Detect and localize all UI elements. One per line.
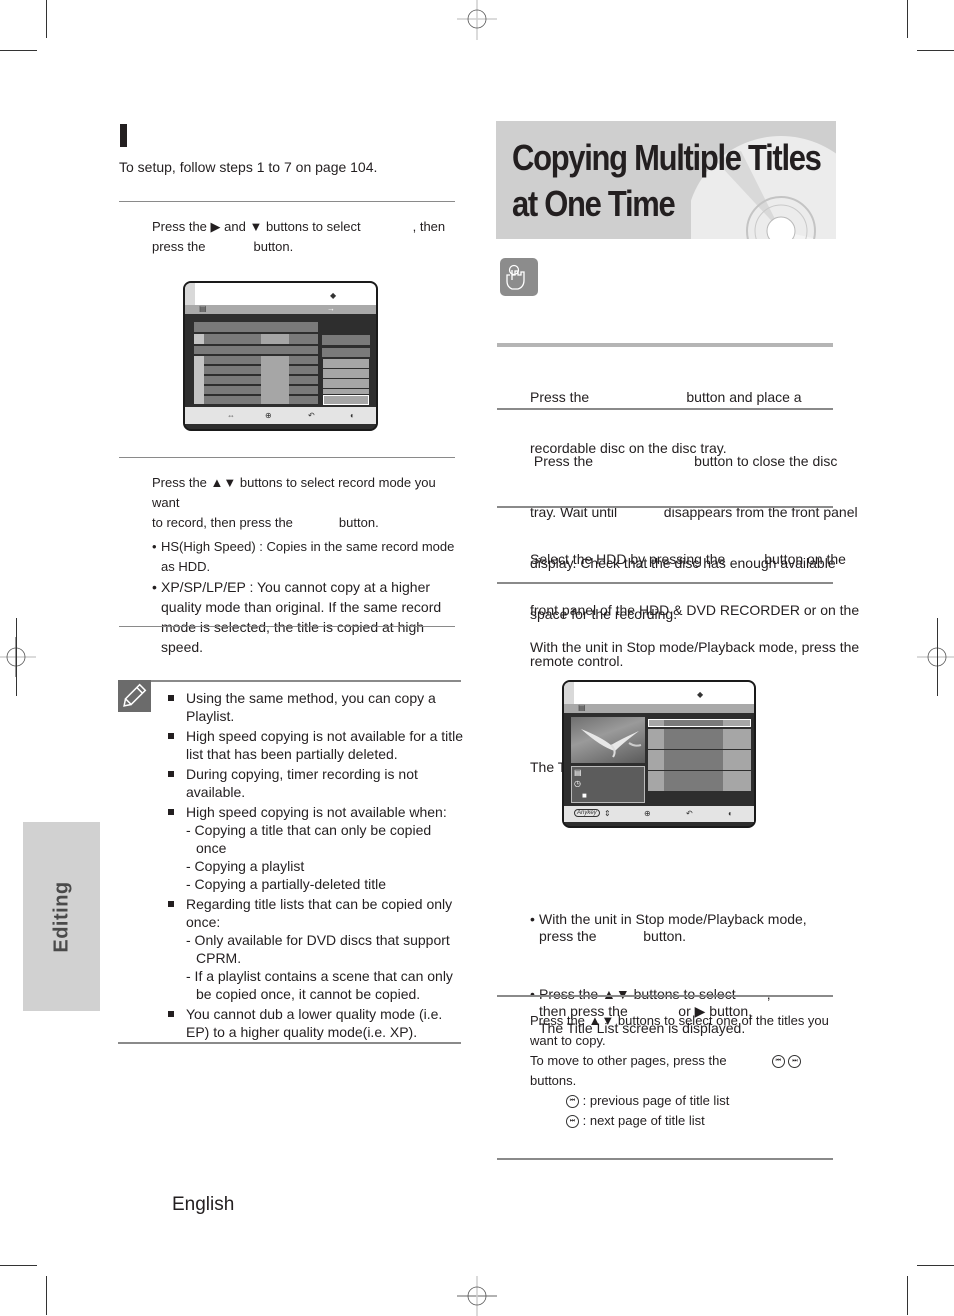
title-icon: ▤ bbox=[574, 768, 582, 777]
hdd-icon: ▤ bbox=[199, 304, 207, 313]
divider bbox=[497, 506, 833, 508]
mode-option[interactable] bbox=[323, 359, 369, 368]
menu-row[interactable] bbox=[194, 396, 318, 404]
clock-icon: ◷ bbox=[574, 779, 581, 788]
exit-icon: ◐ bbox=[350, 411, 355, 420]
page-title: Copying Multiple Titles at One Time bbox=[512, 137, 822, 224]
title-list-screen: ◆ ▤ ▤ ◷ ■ Anykey ⇕ ⊕ ↶ ◐ bbox=[562, 680, 756, 828]
section-heading-marker bbox=[120, 124, 127, 147]
copy-menu-screen: ◆ ▤ → ⇔ ⊕ ↶ ◐ bbox=[183, 281, 378, 431]
exit-icon: ◐ bbox=[728, 809, 733, 818]
hand-press-icon bbox=[500, 258, 538, 296]
section-side-tab: Editing bbox=[23, 822, 100, 1011]
skip-next-icon: ⏭ bbox=[788, 1055, 802, 1069]
screen-footer: Anykey ⇕ ⊕ ↶ ◐ bbox=[564, 806, 754, 822]
menu-header-row bbox=[194, 322, 318, 332]
crop-mark bbox=[0, 50, 37, 51]
return-icon: ↶ bbox=[308, 411, 315, 420]
skip-prev-icon: ⏮ bbox=[566, 1095, 579, 1109]
divider bbox=[118, 1042, 461, 1044]
title-info-panel: ▤ ◷ ■ bbox=[571, 766, 645, 803]
crop-mark bbox=[907, 1276, 908, 1315]
bullet-item: • With the unit in Stop mode/Playback mod… bbox=[530, 911, 807, 944]
note-item: During copying, timer recording is not a… bbox=[168, 765, 464, 801]
notes-list: Using the same method, you can copy a Pl… bbox=[168, 689, 464, 1043]
registration-mark bbox=[917, 647, 954, 667]
mode-option[interactable] bbox=[323, 389, 369, 394]
crop-mark bbox=[46, 1276, 47, 1315]
divider bbox=[119, 457, 455, 458]
pencil-icon bbox=[118, 680, 151, 712]
registration-mark bbox=[457, 1276, 497, 1316]
mode-option[interactable] bbox=[323, 379, 369, 388]
skip-next-icon: ⏭ bbox=[566, 1115, 579, 1129]
bullet-item: • HS(High Speed) : Copies in the same rec… bbox=[152, 539, 455, 574]
screen-footer: ⇔ ⊕ ↶ ◐ bbox=[185, 407, 376, 424]
language-label: English bbox=[172, 1194, 235, 1215]
side-tab-label: Editing bbox=[50, 880, 72, 953]
step-select-copy: Press the ▶ and ▼ buttons to select, the… bbox=[152, 219, 446, 254]
crop-mark bbox=[917, 1265, 954, 1266]
note-item: Using the same method, you can copy a Pl… bbox=[168, 689, 464, 725]
mode-option[interactable] bbox=[322, 348, 370, 357]
mode-option[interactable] bbox=[323, 369, 369, 378]
divider bbox=[497, 995, 833, 997]
crop-mark bbox=[917, 50, 954, 51]
ok-icon: ⊕ bbox=[265, 411, 272, 420]
bullet-item: • XP/SP/LP/EP : You cannot copy at a high… bbox=[152, 579, 442, 655]
down-arrow-icon: ▼ bbox=[249, 219, 263, 234]
menu-row[interactable] bbox=[194, 334, 318, 344]
disc-icon: ◆ bbox=[697, 690, 704, 699]
registration-mark bbox=[0, 637, 36, 677]
right-arrow-icon: ▶ bbox=[210, 219, 221, 234]
ok-icon: ⊕ bbox=[644, 809, 651, 818]
note-item: Regarding title lists that can be copied… bbox=[168, 895, 464, 1003]
return-icon: ↶ bbox=[686, 809, 693, 818]
mode-header bbox=[322, 335, 370, 345]
updown-icon: ⇕ bbox=[604, 809, 611, 818]
note-item: High speed copying is not available when… bbox=[168, 803, 464, 893]
crop-mark bbox=[16, 618, 17, 696]
step-select-record-mode: Press the ▲▼ buttons to select record mo… bbox=[152, 473, 457, 657]
title-banner: Copying Multiple Titles at One Time bbox=[496, 121, 836, 239]
title-thumbnail bbox=[571, 717, 645, 763]
divider bbox=[497, 343, 833, 347]
note-item: High speed copying is not available for … bbox=[168, 727, 464, 763]
skip-prev-icon: ⏮ bbox=[771, 1055, 785, 1069]
mode-option-selected[interactable] bbox=[323, 395, 369, 405]
crop-mark bbox=[0, 1265, 37, 1266]
divider bbox=[497, 582, 833, 584]
menu-row[interactable] bbox=[194, 376, 318, 384]
crop-mark bbox=[46, 0, 47, 38]
divider bbox=[497, 1158, 833, 1160]
disc-icon: ◆ bbox=[330, 291, 337, 300]
crop-mark bbox=[907, 0, 908, 38]
divider bbox=[119, 201, 455, 202]
lock-icon: ■ bbox=[582, 791, 587, 800]
move-icon: ⇔ bbox=[227, 411, 235, 420]
divider bbox=[119, 626, 455, 627]
note-divider bbox=[151, 680, 461, 682]
arrow-icon: → bbox=[327, 304, 335, 313]
step-select-title: Press the ▲▼ buttons to select one of th… bbox=[530, 1013, 829, 1129]
anykey-icon: Anykey bbox=[574, 809, 600, 817]
menu-row[interactable] bbox=[194, 366, 318, 374]
note-item: You cannot dub a lower quality mode (i.e… bbox=[168, 1005, 464, 1041]
hdd-icon: ▤ bbox=[578, 703, 586, 712]
setup-intro: To setup, follow steps 1 to 7 on page 10… bbox=[119, 159, 378, 175]
registration-mark bbox=[457, 0, 497, 40]
crop-mark bbox=[937, 618, 938, 696]
menu-row[interactable] bbox=[194, 356, 318, 364]
menu-row[interactable] bbox=[194, 386, 318, 394]
divider bbox=[497, 408, 833, 410]
